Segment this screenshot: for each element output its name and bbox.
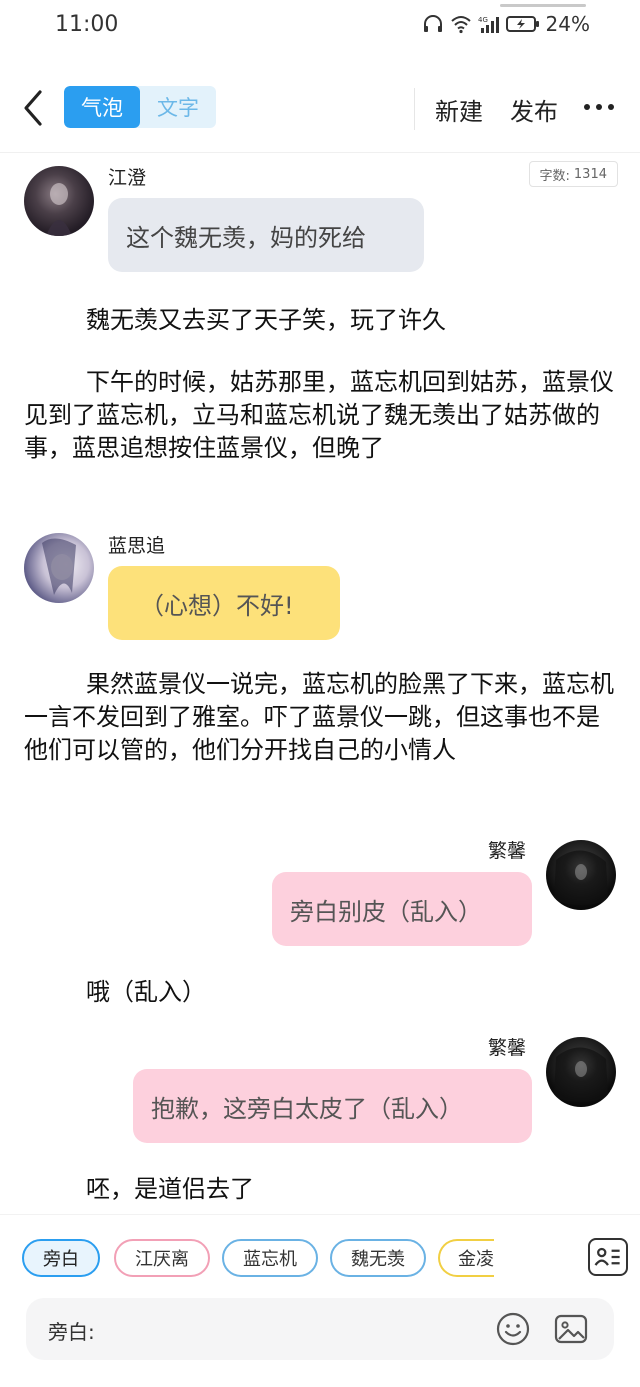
status-icons: 4G 24% <box>422 12 590 36</box>
dialog-bubble[interactable]: （心想）不好! <box>108 566 340 640</box>
message-input[interactable] <box>110 1312 490 1346</box>
character-portrait-icon <box>46 183 72 236</box>
headphones-icon <box>423 15 442 32</box>
dialog-bubble[interactable]: 这个魏无羡，妈的死给 <box>108 198 424 272</box>
current-role-label: 旁白: <box>48 1320 95 1344</box>
status-bar: 11:00 4G 24% <box>0 0 640 54</box>
role-chip[interactable]: 江厌离 <box>114 1239 210 1277</box>
back-arrow-icon[interactable] <box>18 86 48 130</box>
narration-text[interactable]: 魏无羡又去买了天子笑，玩了许久 <box>24 304 614 336</box>
dialog-bubble[interactable]: 旁白别皮（乱入） <box>272 872 532 946</box>
avatar-jiangcheng[interactable] <box>24 166 94 236</box>
role-chip[interactable]: 金凌 <box>438 1239 494 1277</box>
narration-text[interactable]: 下午的时候，姑苏那里，蓝忘机回到姑苏，蓝景仪见到了蓝忘机，立马和蓝忘机说了魏无羡… <box>24 366 614 465</box>
mode-switch: 气泡 文字 <box>64 86 216 128</box>
battery-percent: 24% <box>545 12 590 36</box>
speaker-name: 繁馨 <box>488 1037 527 1059</box>
narration-text[interactable]: 果然蓝景仪一说完，蓝忘机的脸黑了下来，蓝忘机一言不发回到了雅室。吓了蓝景仪一跳，… <box>24 668 614 767</box>
battery-charging-icon <box>505 16 539 32</box>
speaker-name: 繁馨 <box>488 840 527 862</box>
word-count-badge: 字数: 1314 <box>528 161 618 187</box>
editor-header: 气泡 文字 新建 发布 <box>0 78 640 138</box>
avatar-lansizhui[interactable] <box>24 533 94 603</box>
tab-text[interactable]: 文字 <box>140 86 216 128</box>
tab-bubble[interactable]: 气泡 <box>64 86 140 128</box>
word-count-value: 1314 <box>573 166 607 182</box>
role-chip[interactable]: 蓝忘机 <box>222 1239 318 1277</box>
image-icon[interactable] <box>554 1312 588 1346</box>
narration-text[interactable]: 哦（乱入） <box>24 976 614 1008</box>
message-input-bar: 旁白: <box>26 1298 614 1360</box>
emoji-icon[interactable] <box>496 1312 530 1346</box>
word-count-label: 字数: <box>539 168 570 184</box>
dialog-bubble[interactable]: 抱歉，这旁白太皮了（乱入） <box>133 1069 532 1143</box>
avatar-fanxin[interactable] <box>546 840 616 910</box>
role-list-icon[interactable] <box>588 1238 628 1276</box>
publish-button[interactable]: 发布 <box>510 92 558 127</box>
character-portrait-icon <box>554 1047 608 1102</box>
character-portrait-icon <box>554 850 608 905</box>
role-chip[interactable]: 魏无羡 <box>330 1239 426 1277</box>
new-button[interactable]: 新建 <box>435 92 483 127</box>
narration-text[interactable]: 呸，是道侣去了 <box>24 1173 614 1205</box>
status-time: 11:00 <box>55 12 119 37</box>
speaker-name: 蓝思追 <box>108 535 166 557</box>
header-divider-line <box>0 152 640 153</box>
avatar-fanxin[interactable] <box>546 1037 616 1107</box>
header-divider <box>414 88 415 130</box>
speaker-name: 江澄 <box>108 167 147 189</box>
role-chip-selected[interactable]: 旁白 <box>22 1239 100 1277</box>
top-indicator <box>500 4 586 7</box>
svg-text:4G: 4G <box>478 16 488 24</box>
character-portrait-icon <box>42 538 76 595</box>
wifi-icon <box>450 16 471 34</box>
more-options-icon[interactable] <box>584 104 614 110</box>
signal-icon: 4G <box>478 16 499 33</box>
